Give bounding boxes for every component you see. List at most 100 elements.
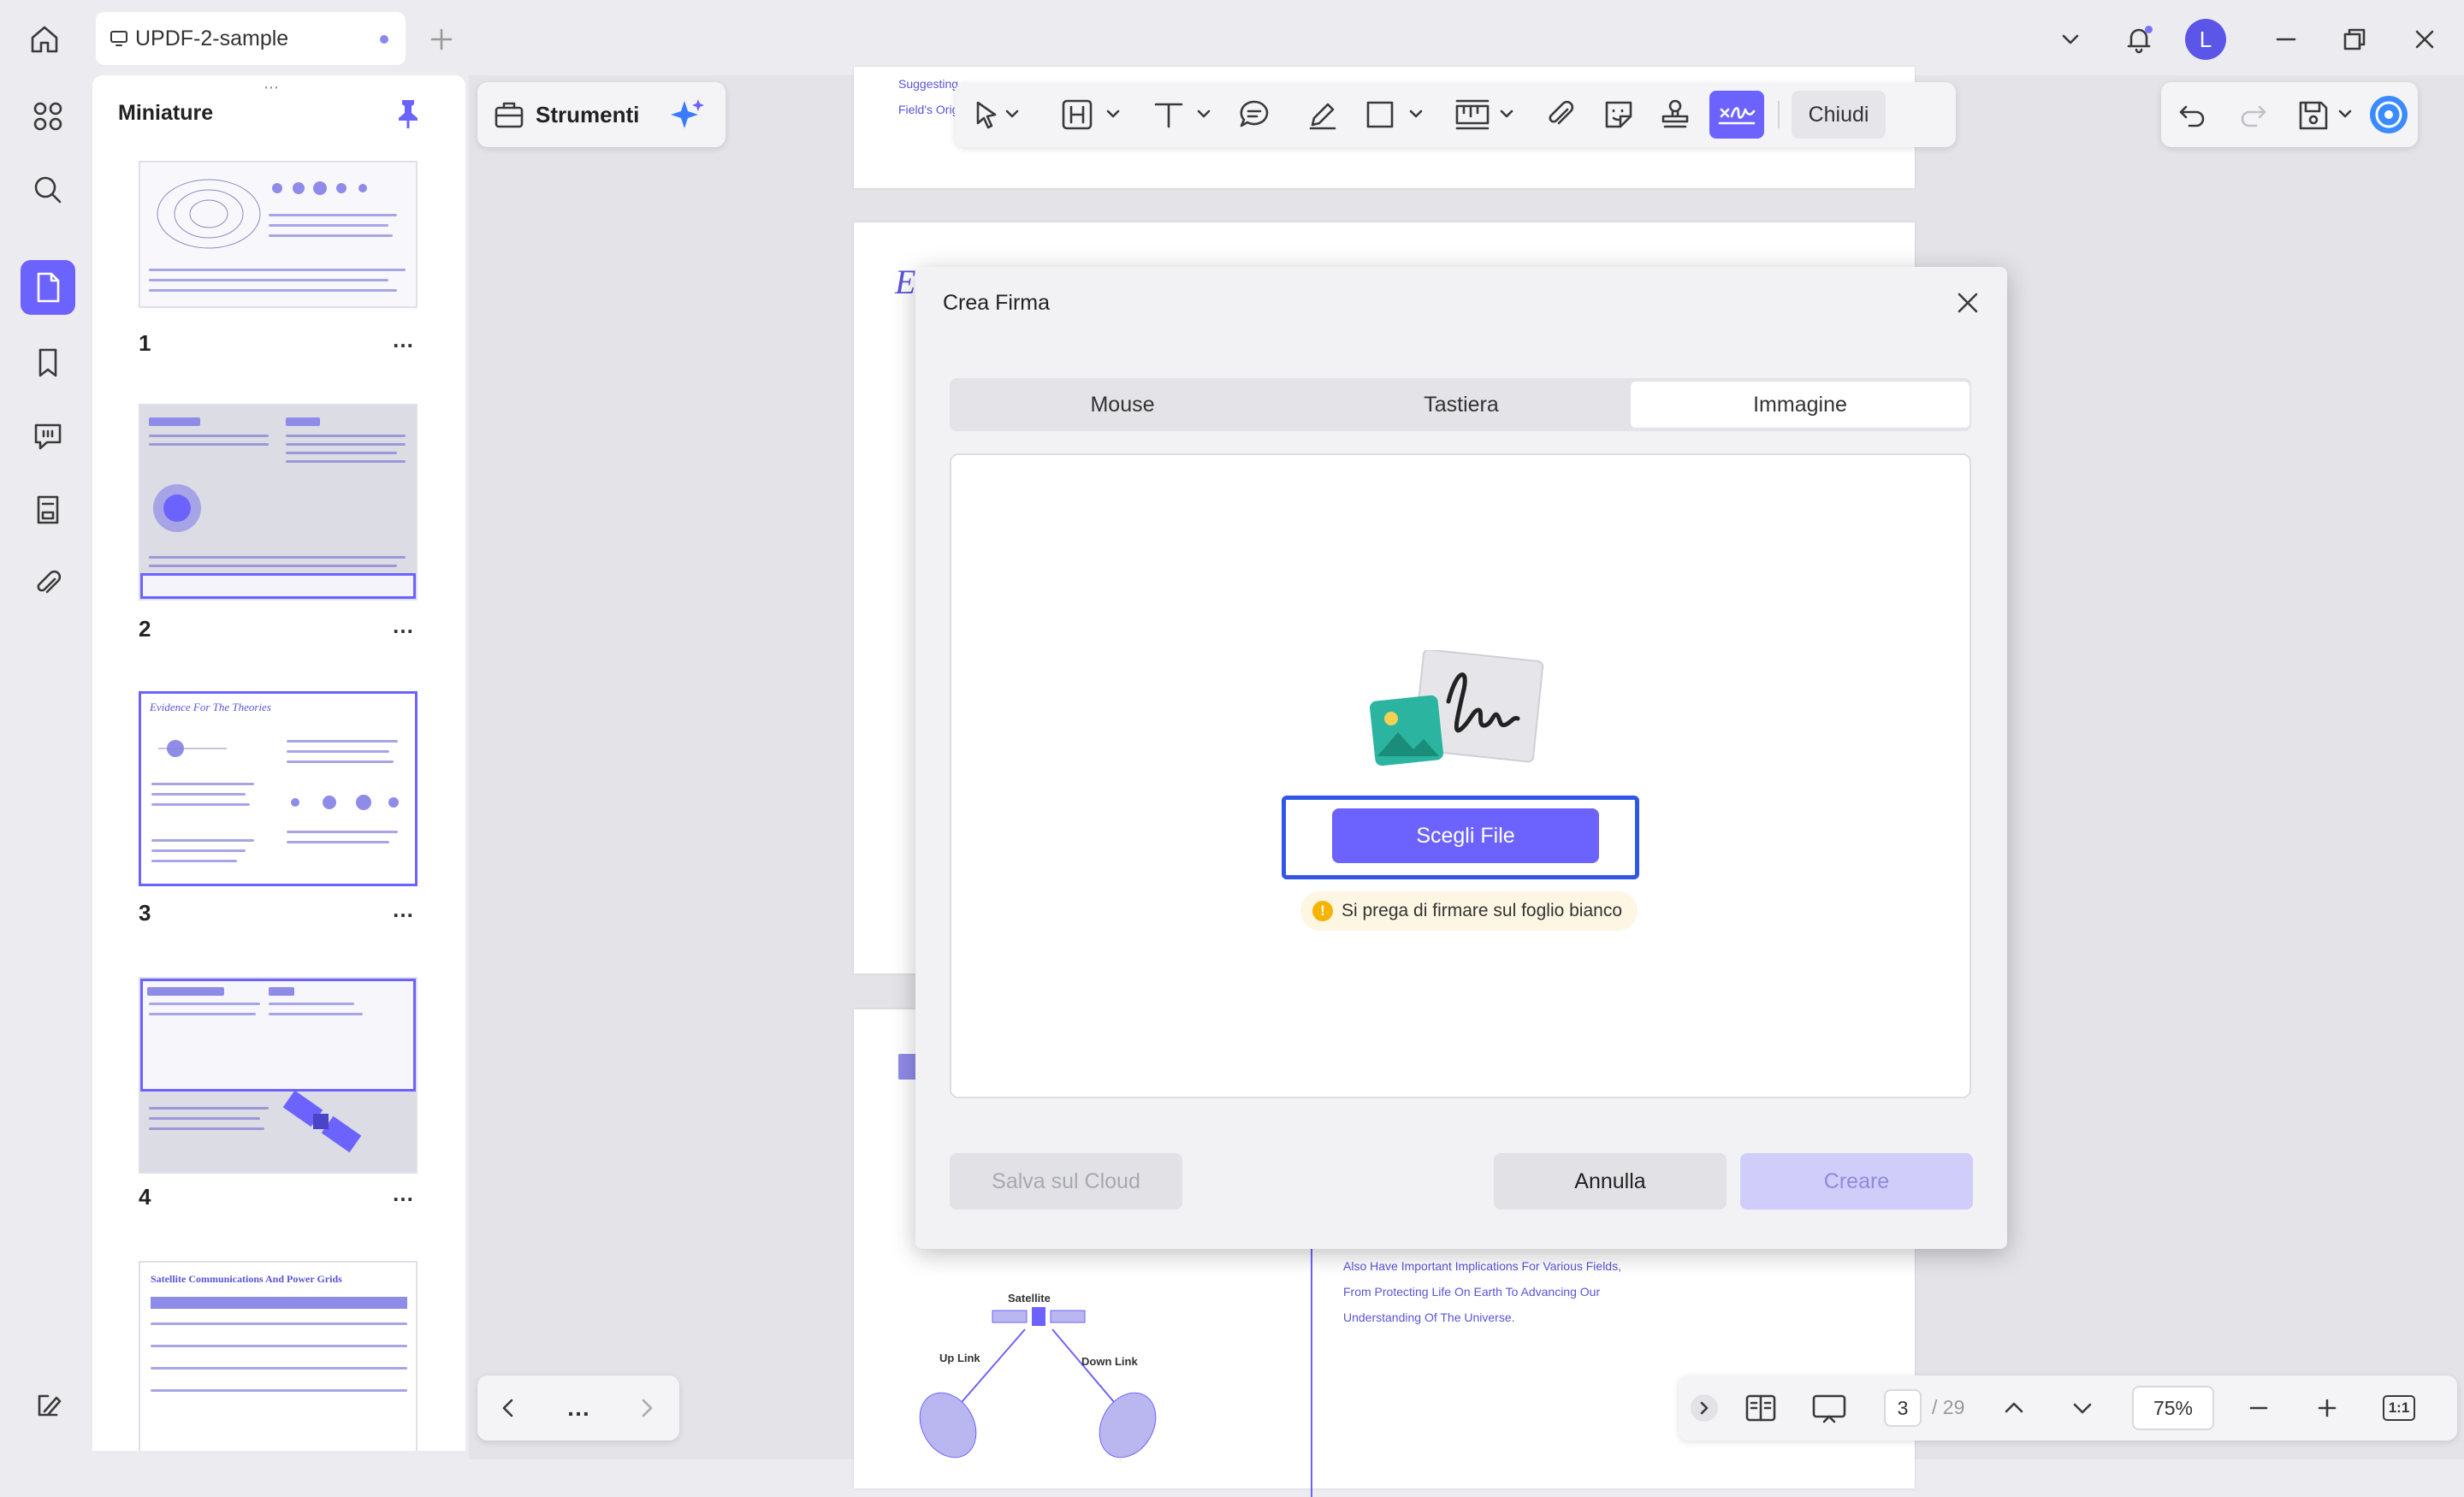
pin-button[interactable] — [394, 98, 424, 132]
page-text: Field's Orig — [898, 103, 959, 116]
redo-icon — [2241, 105, 2266, 127]
actual-size-button[interactable]: 1:1 — [2378, 1388, 2420, 1429]
document-tab[interactable]: UPDF-2-sample — [96, 12, 406, 65]
thumbnail-more-button[interactable]: … — [392, 896, 415, 923]
ai-logo-icon — [2370, 96, 2408, 133]
tools-button[interactable]: Strumenti — [493, 99, 639, 130]
close-window-button[interactable] — [2406, 21, 2443, 58]
diagram-label-uplink: Up Link — [939, 1352, 980, 1364]
thumbnail-more-button[interactable]: … — [392, 327, 415, 353]
chevron-up-icon — [2005, 1402, 2023, 1413]
dialog-close-button[interactable] — [1947, 282, 1988, 323]
page-thumbnail-4[interactable] — [139, 977, 418, 1174]
home-button[interactable] — [24, 19, 65, 60]
page-layout-button[interactable] — [1740, 1388, 1781, 1429]
tab-mouse[interactable]: Mouse — [953, 382, 1292, 428]
ai-assistant-button[interactable] — [669, 96, 707, 138]
page-down-button[interactable] — [2064, 1388, 2101, 1429]
thumbnail-panel-title: Miniature — [118, 101, 214, 125]
text-tool[interactable] — [1148, 94, 1217, 135]
sticker-tool[interactable] — [1598, 94, 1639, 135]
sticker-icon — [1605, 101, 1632, 128]
measure-tool[interactable] — [1451, 94, 1519, 135]
zoom-in-button[interactable] — [2308, 1388, 2346, 1429]
cancel-button[interactable]: Annulla — [1494, 1153, 1727, 1210]
save-to-cloud-button[interactable]: Salva sul Cloud — [950, 1153, 1182, 1210]
pencil-icon — [1309, 103, 1336, 130]
panel-drag-handle[interactable]: ⋯ — [264, 79, 281, 97]
rail-bookmarks[interactable] — [21, 335, 75, 390]
minus-icon — [2249, 1406, 2268, 1410]
plus-icon — [2318, 1399, 2337, 1417]
undo-button[interactable] — [2173, 94, 2211, 135]
shape-tool[interactable] — [1360, 94, 1429, 135]
zoom-level[interactable]: 75% — [2132, 1386, 2214, 1430]
thumb-text-line — [287, 831, 398, 833]
page-thumbnail-2[interactable] — [139, 404, 418, 601]
signature-tool[interactable] — [1709, 91, 1764, 139]
tabs-dropdown-button[interactable] — [2052, 21, 2089, 58]
rail-apps[interactable] — [21, 89, 75, 144]
restore-button[interactable] — [2336, 21, 2373, 58]
pencil-tool[interactable] — [1302, 94, 1343, 135]
thumbnail-more-button[interactable]: … — [392, 612, 415, 639]
page-text: Also Have Important Implications For Var… — [1343, 1259, 1621, 1273]
collapse-button[interactable] — [1691, 1394, 1718, 1422]
chevron-down-icon — [2062, 34, 2079, 44]
page-thumbnail-5[interactable]: Satellite Communications And Power Grids — [139, 1261, 418, 1451]
redo-button[interactable] — [2235, 94, 2272, 135]
ai-button[interactable] — [2366, 94, 2411, 135]
notifications-button[interactable] — [2118, 19, 2159, 60]
tab-keyboard[interactable]: Tastiera — [1292, 382, 1631, 428]
rail-search[interactable] — [21, 163, 75, 217]
rail-settings[interactable] — [21, 1377, 75, 1432]
thumb-text-line — [149, 269, 406, 271]
toolbox-icon — [495, 102, 524, 128]
save-icon — [2299, 101, 2352, 130]
comment-tool[interactable] — [1234, 94, 1275, 135]
heading-icon — [1062, 99, 1120, 130]
thumb-text-line — [149, 556, 406, 559]
zoom-out-button[interactable] — [2240, 1388, 2277, 1429]
thumb-heading-bar — [147, 987, 224, 996]
choose-file-button[interactable]: Scegli File — [1332, 808, 1599, 863]
presentation-button[interactable] — [1807, 1388, 1851, 1429]
page-thumbnail-1[interactable] — [139, 161, 418, 308]
rail-attachments[interactable] — [21, 556, 75, 611]
notification-dot — [2145, 26, 2153, 33]
user-avatar[interactable]: L — [2185, 19, 2226, 60]
create-button[interactable]: Creare — [1740, 1153, 1973, 1210]
document-tab-title: UPDF-2-sample — [135, 26, 289, 50]
column-divider — [1311, 1249, 1312, 1497]
thumbnail-number: 4 — [139, 1184, 151, 1210]
new-tab-button[interactable] — [423, 21, 460, 58]
more-button[interactable]: … — [560, 1388, 597, 1429]
diagram-label-satellite: Satellite — [1008, 1292, 1051, 1305]
minimize-icon — [2276, 38, 2296, 41]
thumbnail-more-button[interactable]: … — [392, 1180, 415, 1207]
close-tools-button[interactable]: Chiudi — [1792, 91, 1886, 139]
stamp-tool[interactable] — [1655, 94, 1696, 135]
tools-menu-bar: Strumenti — [477, 82, 726, 147]
previous-button[interactable] — [489, 1388, 527, 1429]
next-button[interactable] — [628, 1388, 666, 1429]
page-nav-left: … — [477, 1376, 679, 1441]
choose-file-focus: Scegli File — [1282, 796, 1639, 879]
rail-thumbnails[interactable] — [21, 260, 75, 315]
chevron-right-icon — [642, 1399, 653, 1417]
page-up-button[interactable] — [1995, 1388, 2033, 1429]
highlight-tool[interactable] — [1057, 94, 1126, 135]
attach-tool[interactable] — [1540, 94, 1581, 135]
dialog-title: Crea Firma — [943, 291, 1051, 315]
rail-comments[interactable] — [21, 409, 75, 464]
save-button[interactable] — [2293, 94, 2361, 135]
comment-icon — [34, 423, 62, 450]
minimize-button[interactable] — [2267, 21, 2305, 58]
page-number-input[interactable]: 3 — [1884, 1389, 1922, 1427]
rail-forms[interactable] — [21, 482, 75, 537]
select-tool[interactable] — [967, 94, 1027, 135]
satellite-diagram — [919, 1307, 1157, 1459]
tab-image[interactable]: Immagine — [1631, 382, 1969, 428]
plus-icon — [430, 28, 453, 50]
page-thumbnail-3[interactable]: Evidence For The Theories — [139, 691, 418, 886]
